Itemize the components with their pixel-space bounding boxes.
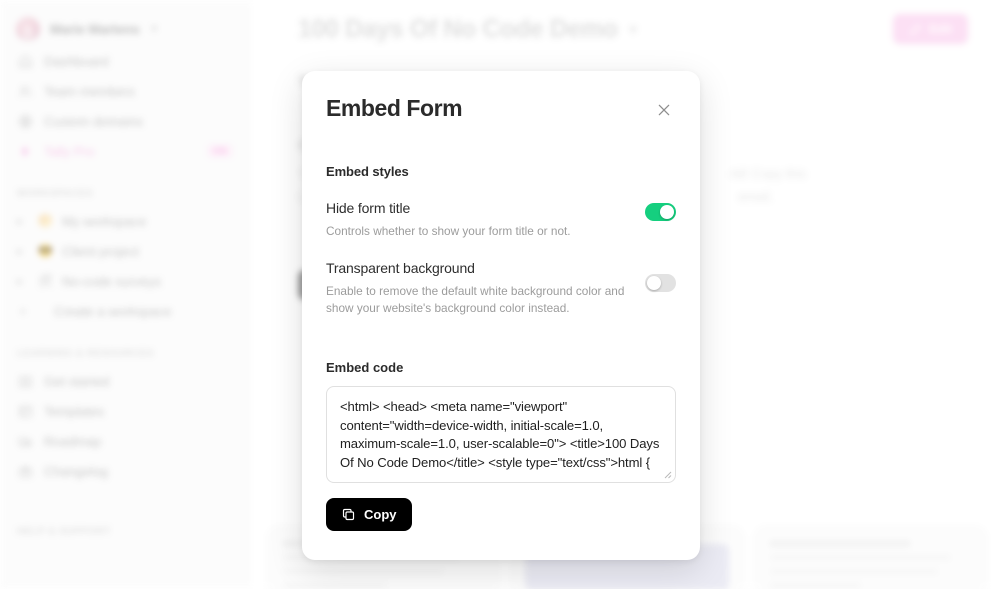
status-badge: ON bbox=[206, 144, 233, 158]
lightning-icon bbox=[17, 143, 33, 159]
setting-transparent-background: Transparent background Enable to remove … bbox=[326, 260, 676, 316]
sidebar-item-tally-pro[interactable]: Tally Pro ON bbox=[0, 136, 247, 166]
sidebar-item-label: Get started bbox=[44, 373, 110, 389]
hide-form-title-toggle[interactable] bbox=[645, 203, 676, 221]
plus-icon: + bbox=[18, 303, 28, 319]
close-icon[interactable] bbox=[652, 98, 676, 122]
truck-icon bbox=[17, 433, 33, 449]
chevron-right-icon[interactable]: ▶ bbox=[17, 217, 29, 226]
sidebar-item-label: Custom domains bbox=[44, 113, 143, 129]
chevron-right-icon[interactable]: ▶ bbox=[17, 277, 29, 286]
sidebar-item-templates[interactable]: Templates bbox=[0, 396, 247, 426]
bg-card[interactable] bbox=[754, 527, 986, 589]
setting-hide-form-title: Hide form title Controls whether to show… bbox=[326, 200, 676, 239]
book-icon bbox=[17, 373, 33, 389]
page-header: 100 Days Of No Code Demo ▾ Edit bbox=[248, 0, 1000, 44]
modal-title: Embed Form bbox=[326, 95, 463, 121]
copy-icon bbox=[342, 509, 355, 521]
sidebar-item-dashboard[interactable]: Dashboard bbox=[0, 46, 247, 76]
embed-code-textarea[interactable]: <html> <head> <meta name="viewport" cont… bbox=[326, 386, 676, 484]
workspace-item-no-code-surveys[interactable]: ▶ 🛠 No-code surveys bbox=[0, 266, 247, 296]
sidebar-item-label: Dashboard bbox=[44, 53, 109, 69]
users-icon bbox=[17, 83, 33, 99]
copy-button-label: Copy bbox=[364, 507, 397, 523]
workspace-emoji: 🛠 bbox=[37, 273, 54, 288]
section-label-help: HELP & SUPPORT bbox=[17, 526, 111, 537]
embed-form-modal: Embed Form Embed styles Hide form title … bbox=[302, 71, 700, 560]
transparent-background-toggle[interactable] bbox=[645, 274, 676, 293]
workspace-item-client-project[interactable]: ▶ 😎 Client project bbox=[0, 236, 247, 266]
modal-body: Embed styles Hide form title Controls wh… bbox=[302, 164, 700, 532]
sidebar-item-label: Templates bbox=[44, 403, 105, 419]
workspace-label: My workspace bbox=[62, 213, 147, 229]
workspace-label: Client project bbox=[62, 243, 139, 259]
setting-description: Controls whether to show your form title… bbox=[326, 223, 571, 238]
modal-header: Embed Form bbox=[302, 71, 700, 122]
embed-code-text: <html> <head> <meta name="viewport" cont… bbox=[340, 399, 660, 470]
sidebar-item-team-members[interactable]: Team members bbox=[0, 76, 247, 106]
sidebar-item-label: Changelog bbox=[44, 463, 108, 479]
sidebar-item-label: Tally Pro bbox=[44, 143, 95, 159]
sidebar-item-label: Team members bbox=[44, 83, 135, 99]
pencil-icon bbox=[910, 23, 922, 35]
edit-button-label: Edit bbox=[929, 22, 952, 36]
avatar bbox=[16, 17, 40, 41]
section-label-learning: LEARNING & RESOURCES bbox=[17, 348, 154, 359]
chevron-down-icon: ▾ bbox=[151, 22, 158, 35]
sidebar-item-roadmap[interactable]: Roadmap bbox=[0, 426, 247, 456]
workspace-emoji: 🌕 bbox=[37, 213, 54, 228]
chevron-down-icon[interactable]: ▾ bbox=[630, 21, 637, 38]
bg-right-text-2: email. bbox=[738, 189, 774, 204]
chevron-right-icon[interactable]: ▶ bbox=[17, 247, 29, 256]
sidebar-item-get-started[interactable]: Get started bbox=[0, 366, 247, 396]
setting-label: Hide form title bbox=[326, 200, 411, 216]
user-menu[interactable]: Marie Martens ▾ bbox=[0, 12, 247, 46]
globe-icon bbox=[17, 113, 33, 129]
create-workspace-button[interactable]: + Create a workspace bbox=[0, 296, 247, 326]
section-label-workspaces: WORKSPACES bbox=[17, 188, 93, 199]
sidebar-item-label: Roadmap bbox=[44, 433, 102, 449]
embed-styles-heading: Embed styles bbox=[326, 164, 409, 179]
create-workspace-label: Create a workspace bbox=[54, 303, 172, 319]
edit-button[interactable]: Edit bbox=[893, 14, 968, 44]
workspace-emoji: 😎 bbox=[37, 243, 54, 258]
workspace-label: No-code surveys bbox=[62, 273, 161, 289]
page-title: 100 Days Of No Code Demo bbox=[298, 14, 618, 43]
resize-handle-icon[interactable] bbox=[662, 469, 672, 479]
bg-right-text-1: rld! Copy this bbox=[730, 166, 806, 181]
home-icon bbox=[17, 53, 33, 69]
sidebar-item-custom-domains[interactable]: Custom domains bbox=[0, 106, 247, 136]
gift-icon bbox=[17, 463, 33, 479]
app-root: Marie Martens ▾ Dashboard Team members C… bbox=[0, 0, 1000, 589]
workspace-item-my-workspace[interactable]: ▶ 🌕 My workspace bbox=[0, 206, 247, 236]
sidebar-item-changelog[interactable]: Changelog bbox=[0, 456, 247, 486]
sidebar: Marie Martens ▾ Dashboard Team members C… bbox=[0, 0, 248, 589]
embed-code-heading: Embed code bbox=[326, 360, 404, 376]
layout-icon bbox=[17, 403, 33, 419]
copy-button[interactable]: Copy bbox=[326, 498, 412, 532]
setting-description: Enable to remove the default white backg… bbox=[326, 283, 625, 315]
setting-label: Transparent background bbox=[326, 260, 475, 277]
user-name: Marie Martens bbox=[50, 21, 140, 37]
